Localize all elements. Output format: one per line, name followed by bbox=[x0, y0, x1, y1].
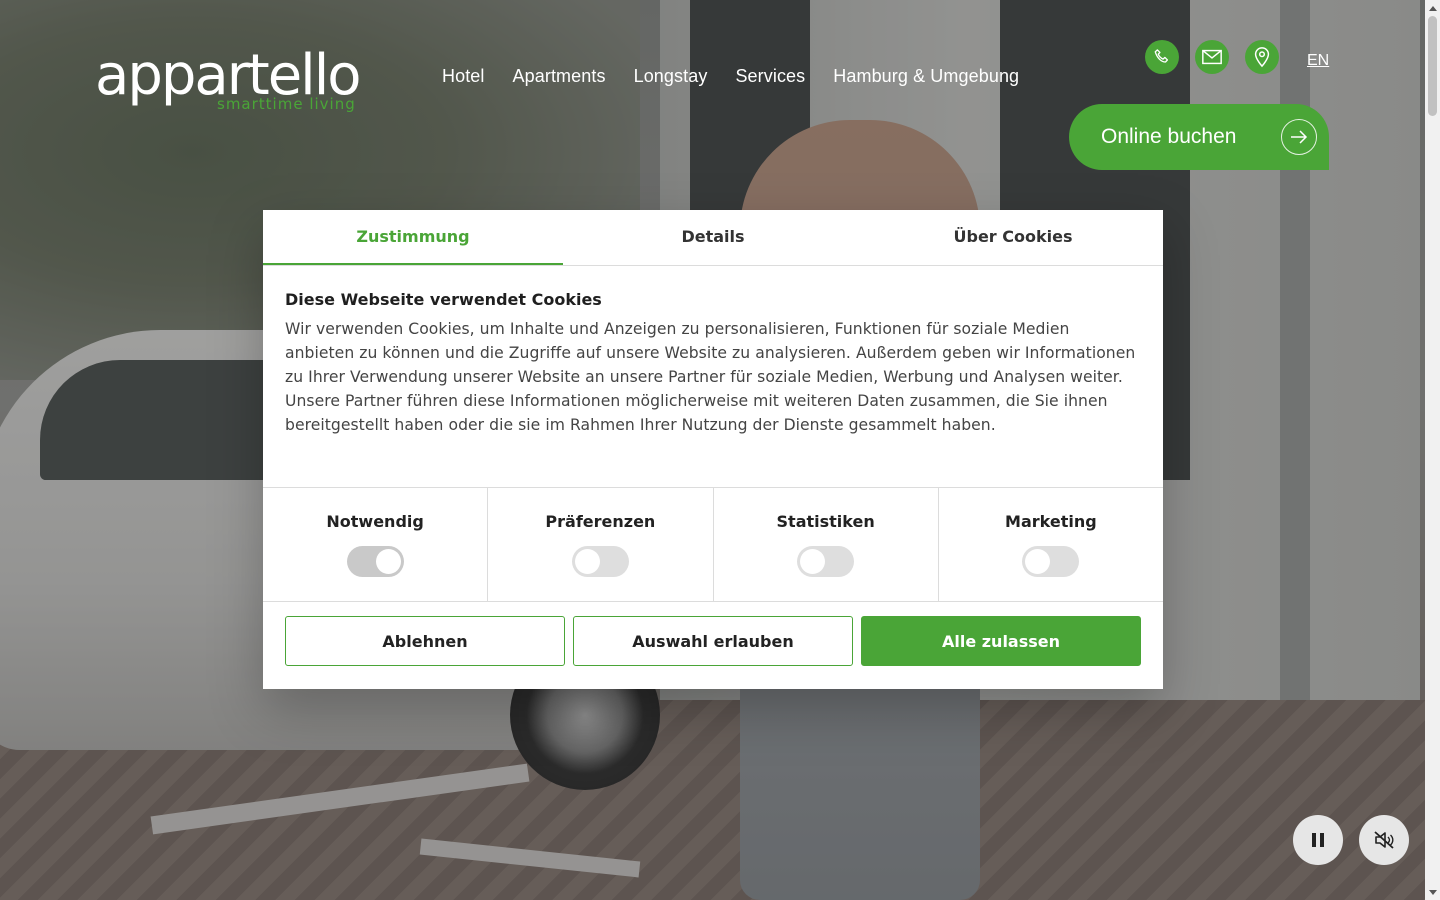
category-statistiken: Statistiken bbox=[714, 488, 939, 601]
scroll-down-arrow[interactable] bbox=[1425, 885, 1440, 900]
cookie-body-text: Wir verwenden Cookies, um Inhalte und An… bbox=[285, 320, 1136, 434]
nav-item-hotel[interactable]: Hotel bbox=[442, 66, 485, 87]
category-marketing: Marketing bbox=[939, 488, 1163, 601]
nav-item-longstay[interactable]: Longstay bbox=[634, 66, 708, 87]
brand-logo-graphic: appartello smarttime living bbox=[95, 43, 362, 113]
cookie-category-toggles: Notwendig Präferenzen Statistiken Market… bbox=[263, 487, 1163, 602]
mute-button[interactable] bbox=[1359, 815, 1409, 865]
tab-zustimmung[interactable]: Zustimmung bbox=[263, 210, 563, 265]
page-scrollbar[interactable] bbox=[1425, 0, 1440, 900]
nav-item-hamburg[interactable]: Hamburg & Umgebung bbox=[833, 66, 1019, 87]
nav-item-apartments[interactable]: Apartments bbox=[513, 66, 606, 87]
category-label: Marketing bbox=[1005, 512, 1097, 531]
allow-selection-button[interactable]: Auswahl erlauben bbox=[573, 616, 853, 666]
allow-all-button[interactable]: Alle zulassen bbox=[861, 616, 1141, 666]
phone-icon[interactable] bbox=[1145, 40, 1179, 74]
category-label: Notwendig bbox=[326, 512, 424, 531]
pause-button[interactable] bbox=[1293, 815, 1343, 865]
reject-button[interactable]: Ablehnen bbox=[285, 616, 565, 666]
location-icon[interactable] bbox=[1245, 40, 1279, 74]
toggle-notwendig[interactable] bbox=[346, 546, 404, 577]
category-notwendig: Notwendig bbox=[263, 488, 489, 601]
cookie-buttons: Ablehnen Auswahl erlauben Alle zulassen bbox=[285, 616, 1141, 666]
category-label: Statistiken bbox=[776, 512, 875, 531]
language-switch[interactable]: EN bbox=[1307, 52, 1329, 70]
cookie-tabs: Zustimmung Details Über Cookies bbox=[263, 210, 1163, 266]
tab-ueber-cookies[interactable]: Über Cookies bbox=[863, 210, 1163, 265]
pause-icon bbox=[1312, 833, 1324, 847]
category-praeferenzen: Präferenzen bbox=[488, 488, 714, 601]
toggle-praeferenzen[interactable] bbox=[571, 546, 629, 577]
toggle-statistiken[interactable] bbox=[797, 546, 855, 577]
contact-icons bbox=[1145, 40, 1279, 74]
cookie-consent-dialog: Zustimmung Details Über Cookies Diese We… bbox=[263, 210, 1163, 689]
mail-icon[interactable] bbox=[1195, 40, 1229, 74]
online-booking-label: Online buchen bbox=[1101, 125, 1237, 148]
logo-tagline: smarttime living bbox=[217, 95, 356, 113]
toggle-knob bbox=[375, 549, 401, 574]
arrow-right-icon bbox=[1281, 119, 1317, 155]
toggle-knob bbox=[1025, 549, 1051, 574]
cookie-content: Diese Webseite verwendet Cookies Wir ver… bbox=[263, 266, 1163, 463]
category-label: Präferenzen bbox=[545, 512, 656, 531]
scroll-up-arrow[interactable] bbox=[1425, 0, 1440, 15]
muted-speaker-icon bbox=[1374, 831, 1394, 849]
toggle-marketing[interactable] bbox=[1022, 546, 1080, 577]
scroll-thumb[interactable] bbox=[1428, 16, 1437, 116]
nav-item-services[interactable]: Services bbox=[735, 66, 805, 87]
tab-details[interactable]: Details bbox=[563, 210, 863, 265]
cookie-heading: Diese Webseite verwendet Cookies bbox=[285, 290, 602, 309]
online-booking-button[interactable]: Online buchen bbox=[1069, 104, 1329, 170]
toggle-knob bbox=[574, 549, 600, 574]
main-nav: Hotel Apartments Longstay Services Hambu… bbox=[442, 66, 1019, 87]
brand-logo[interactable]: appartello smarttime living bbox=[95, 36, 395, 116]
toggle-knob bbox=[800, 549, 826, 574]
